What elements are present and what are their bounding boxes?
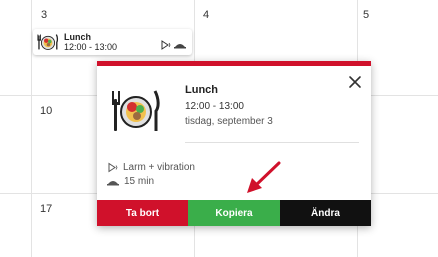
event-chip[interactable]: Lunch 12:00 - 13:00 (33, 29, 192, 55)
alarm-row: Larm + vibration (107, 162, 195, 173)
edit-button[interactable]: Ändra (280, 200, 371, 226)
close-icon[interactable] (348, 75, 362, 89)
duration-icon (107, 180, 119, 185)
delete-button[interactable]: Ta bort (97, 200, 188, 226)
day-number[interactable]: 10 (40, 105, 52, 117)
alarm-vibration-icon (161, 40, 171, 50)
popup-time: 12:00 - 13:00 (185, 101, 244, 112)
action-bar: Ta bort Kopiera Ändra (97, 200, 371, 226)
grid-line (31, 0, 32, 257)
alarm-text: Larm + vibration (123, 162, 195, 173)
copy-button[interactable]: Kopiera (188, 200, 280, 226)
duration-row: 15 min (107, 176, 154, 187)
popup-title: Lunch (185, 84, 218, 96)
day-number[interactable]: 5 (363, 9, 369, 21)
alarm-vibration-icon (108, 162, 118, 173)
event-popup: Lunch 12:00 - 13:00 tisdag, september 3 … (97, 61, 371, 226)
duration-icon (174, 44, 186, 49)
popup-date: tisdag, september 3 (185, 116, 273, 127)
arrow-pointer-icon (247, 161, 281, 193)
lunch-plate-icon (112, 90, 160, 131)
day-number[interactable]: 17 (40, 203, 52, 215)
day-number[interactable]: 3 (41, 9, 47, 21)
day-number[interactable]: 4 (203, 9, 209, 21)
lunch-plate-icon (37, 34, 59, 50)
duration-text: 15 min (124, 176, 155, 187)
event-title: Lunch (64, 32, 91, 42)
divider (185, 142, 359, 143)
event-time: 12:00 - 13:00 (64, 42, 118, 52)
